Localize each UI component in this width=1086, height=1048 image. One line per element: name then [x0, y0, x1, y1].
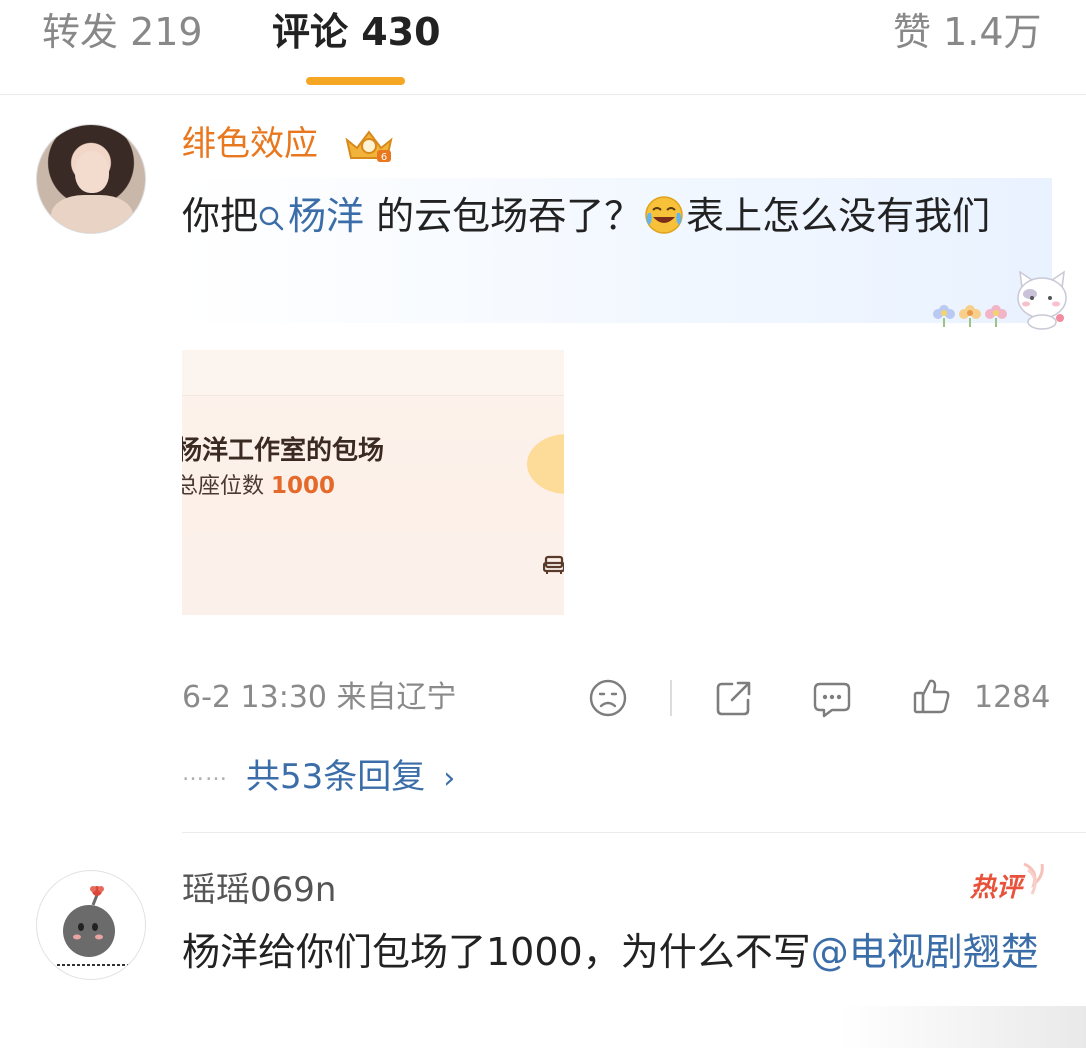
image-text-seats: 总座位数 1000: [182, 473, 336, 499]
action-divider: [670, 680, 672, 716]
tab-repost[interactable]: 转发 219: [42, 8, 203, 56]
tab-likes[interactable]: 赞 1.4万: [893, 8, 1042, 56]
thumbs-up-icon[interactable]: [912, 676, 952, 716]
share-icon[interactable]: [714, 678, 754, 718]
like-count: 1284: [974, 680, 1051, 715]
active-tab-indicator: [306, 77, 405, 85]
topic-link[interactable]: 杨洋: [258, 194, 364, 238]
chevron-right-icon: ›: [443, 761, 456, 796]
svg-text:6: 6: [381, 152, 387, 163]
avatar[interactable]: [36, 870, 146, 980]
bottom-fade-overlay: [840, 1006, 1086, 1048]
svg-text:热评: 热评: [969, 873, 1026, 903]
laughing-crying-emoji-icon: [645, 196, 683, 234]
bomb-character-icon: [57, 886, 129, 966]
comment-meta: 6-2 13:30 来自辽宁: [182, 680, 457, 715]
comment-text: 杨洋给你们包场了1000，为什么不写@电视剧翘楚: [182, 930, 1039, 974]
comment-username[interactable]: 绯色效应: [182, 124, 318, 164]
image-text-title: 杨洋工作室的包场: [182, 436, 385, 466]
view-replies-link[interactable]: …… 共53条回复 ›: [182, 752, 455, 801]
comment-text: 你把 杨洋 的云包场吞了？ 表上怎么没有我们: [182, 194, 991, 238]
attached-image[interactable]: 杨洋工作室的包场 总座位数 1000: [182, 350, 564, 615]
comment-username[interactable]: 瑶瑶069n: [182, 870, 336, 910]
flower-decoration-icon: [933, 305, 1007, 327]
hot-comment-badge: 热评: [969, 862, 1044, 903]
image-decoration-circle: [527, 434, 564, 494]
search-icon: [259, 206, 284, 231]
avatar[interactable]: [36, 124, 146, 234]
comment-icon[interactable]: [812, 680, 852, 718]
sofa-icon: [543, 555, 564, 574]
mention-link[interactable]: @电视剧翘楚: [811, 930, 1039, 974]
comment-tabs: 转发 219 评论 430 赞 1.4万: [0, 0, 1086, 95]
tab-comments[interactable]: 评论 430: [272, 8, 441, 56]
crown-badge-icon: 6: [345, 130, 393, 163]
comment-divider: [182, 832, 1086, 833]
sad-face-icon[interactable]: [588, 678, 628, 718]
cat-sticker-icon: [1017, 270, 1067, 330]
